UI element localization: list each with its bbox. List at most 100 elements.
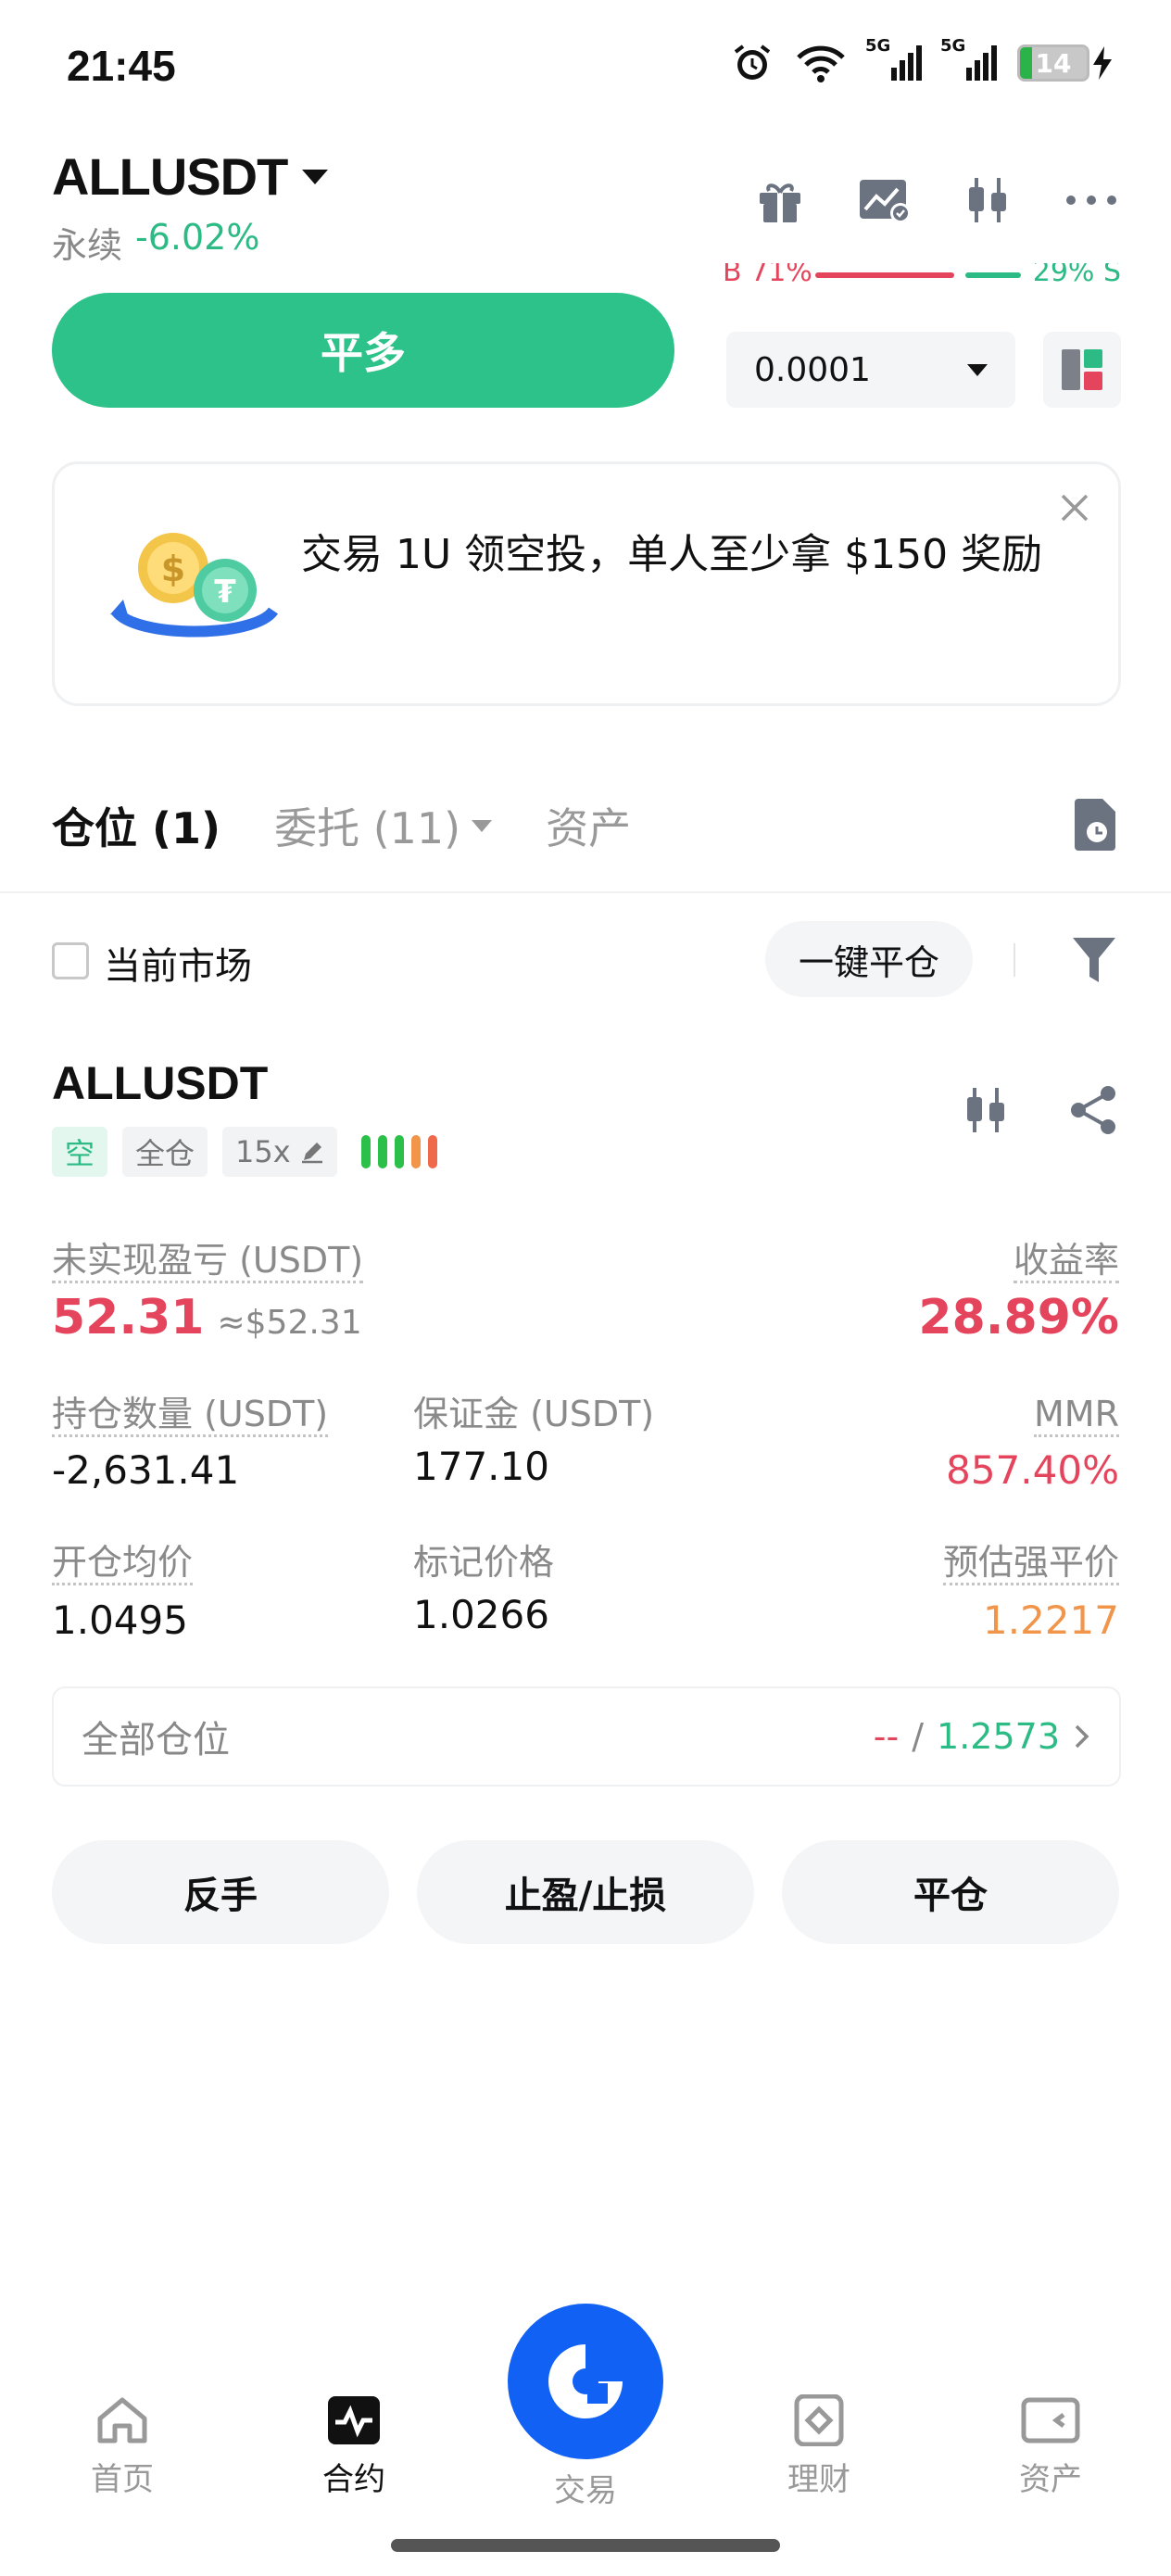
futures-icon <box>328 2396 380 2444</box>
svg-text:$: $ <box>161 549 185 589</box>
roe-label: 收益率 <box>1013 1240 1119 1283</box>
price-step-select[interactable]: 0.0001 <box>726 332 1015 408</box>
pair-subtitle: 永续 -6.02% <box>52 217 259 268</box>
risk-bar <box>377 1135 387 1168</box>
share-icon[interactable] <box>1067 1084 1119 1136</box>
liq-value: 1.2217 <box>983 1597 1119 1643</box>
margin-mode-tag: 全仓 <box>122 1127 208 1177</box>
mark-value: 1.0266 <box>413 1592 549 1637</box>
mark-block: 标记价格 <box>413 1540 554 1585</box>
more-icon[interactable] <box>1064 191 1119 209</box>
current-market-checkbox[interactable] <box>52 942 89 979</box>
tab-label: 仓位 (1) <box>52 803 221 853</box>
battery-indicator: 14 <box>1017 44 1115 82</box>
divider <box>0 891 1171 893</box>
chevron-down-icon <box>967 363 988 376</box>
nav-earn[interactable]: 理财 <box>745 2394 893 2499</box>
price-step-value: 0.0001 <box>754 350 871 389</box>
reverse-button[interactable]: 反手 <box>52 1840 389 1944</box>
size-label: 持仓数量 (USDT) <box>52 1394 329 1437</box>
nav-trade[interactable] <box>508 2304 663 2459</box>
pair-selector[interactable]: ALLUSDT <box>52 146 329 207</box>
all-positions-left: -- <box>873 1716 900 1757</box>
separator <box>1014 943 1015 977</box>
tab-label: 资产 <box>546 803 632 853</box>
side-tag: 空 <box>52 1127 108 1177</box>
airdrop-coins-icon: $ ₮ <box>110 533 278 638</box>
position-symbol[interactable]: ALLUSDT <box>52 1056 268 1110</box>
risk-level-indicator <box>360 1135 437 1168</box>
chevron-right-icon <box>1075 1724 1089 1749</box>
all-positions-label: 全部仓位 <box>82 1719 230 1762</box>
status-time: 21:45 <box>67 42 176 90</box>
close-all-button[interactable]: 一键平仓 <box>765 921 973 997</box>
gift-icon[interactable] <box>754 174 806 226</box>
mmr-value: 857.40% <box>946 1447 1119 1493</box>
contract-type: 永续 <box>52 225 123 266</box>
liq-block: 预估强平价 <box>942 1540 1119 1585</box>
leverage-tag[interactable]: 15x <box>222 1127 337 1177</box>
history-icon[interactable] <box>1071 797 1119 852</box>
candlestick-icon[interactable] <box>962 174 1014 226</box>
header-icons <box>754 174 1119 226</box>
nav-label: 资产 <box>1019 2461 1082 2498</box>
layout-toggle-button[interactable] <box>1043 332 1121 408</box>
mark-label: 标记价格 <box>413 1542 555 1583</box>
signal-icon: 5G <box>865 36 922 81</box>
buy-ratio: B 71% <box>723 263 812 285</box>
alarm-icon <box>734 44 771 80</box>
tpsl-button[interactable]: 止盈/止损 <box>417 1840 754 1944</box>
mmr-block: MMR <box>1034 1392 1119 1437</box>
trade-icon <box>548 2344 623 2418</box>
position-icons <box>960 1084 1119 1136</box>
mmr-label: MMR <box>1034 1394 1119 1437</box>
nav-home[interactable]: 首页 <box>48 2394 196 2499</box>
entry-block: 开仓均价 <box>52 1540 194 1585</box>
nav-label: 首页 <box>91 2461 154 2498</box>
position-tabs: 仓位 (1) 委托 (11) 资产 <box>52 795 631 856</box>
promo-banner[interactable]: $ ₮ 交易 1U 领空投，单人至少拿 $150 奖励 <box>52 461 1121 706</box>
chevron-down-icon <box>472 819 493 832</box>
close-icon[interactable] <box>1059 492 1090 524</box>
sell-ratio-bar <box>965 272 1021 278</box>
filter-icon[interactable] <box>1071 934 1117 986</box>
nav-assets[interactable]: 资产 <box>976 2394 1125 2499</box>
charging-icon <box>1093 46 1112 80</box>
svg-text:₮: ₮ <box>214 574 236 611</box>
network-label: 5G <box>865 36 891 56</box>
unrealized-pnl-approx: ≈$52.31 <box>217 1304 362 1342</box>
nav-futures[interactable]: 合约 <box>280 2394 428 2499</box>
close-position-button[interactable]: 平仓 <box>782 1840 1119 1944</box>
close-long-button[interactable]: 平多 <box>52 293 674 408</box>
pair-name: ALLUSDT <box>52 147 288 206</box>
home-icon <box>97 2397 147 2443</box>
nav-label: 理财 <box>787 2461 850 2498</box>
edit-icon <box>301 1143 322 1164</box>
risk-bar <box>427 1135 437 1168</box>
price-change: -6.02% <box>135 217 260 258</box>
nav-trade-label[interactable]: 交易 <box>511 2465 660 2510</box>
nav-label: 合约 <box>322 2461 385 2498</box>
promo-text: 交易 1U 领空投，单人至少拿 $150 奖励 <box>301 531 1043 578</box>
size-block: 持仓数量 (USDT) <box>52 1392 329 1437</box>
all-positions-right: 1.2573 <box>937 1716 1060 1757</box>
margin-label: 保证金 (USDT) <box>413 1394 655 1434</box>
candlestick-icon[interactable] <box>960 1084 1012 1136</box>
current-market-label[interactable]: 当前市场 <box>104 936 252 990</box>
price-alert-icon[interactable] <box>856 174 912 226</box>
roe-value: 28.89% <box>918 1290 1119 1345</box>
tab-label: 委托 (11) <box>274 803 461 853</box>
bottom-nav: 首页 合约 交易 理财 资产 <box>0 2298 1171 2509</box>
tab-orders[interactable]: 委托 (11) <box>274 795 493 856</box>
position-tags: 空 全仓 15x <box>52 1127 437 1177</box>
all-positions-sep: / <box>912 1716 925 1757</box>
risk-bar <box>394 1135 404 1168</box>
all-positions-row[interactable]: 全部仓位 -- / 1.2573 <box>52 1686 1121 1787</box>
battery-level: 14 <box>1035 47 1072 79</box>
all-positions-value: -- / 1.2573 <box>874 1716 1091 1757</box>
status-icons: 5G 5G 14 <box>730 36 1115 85</box>
tab-assets[interactable]: 资产 <box>546 795 631 856</box>
tab-positions[interactable]: 仓位 (1) <box>52 795 220 856</box>
risk-bar <box>410 1135 421 1168</box>
orderbook-layout-icon <box>1062 349 1102 390</box>
